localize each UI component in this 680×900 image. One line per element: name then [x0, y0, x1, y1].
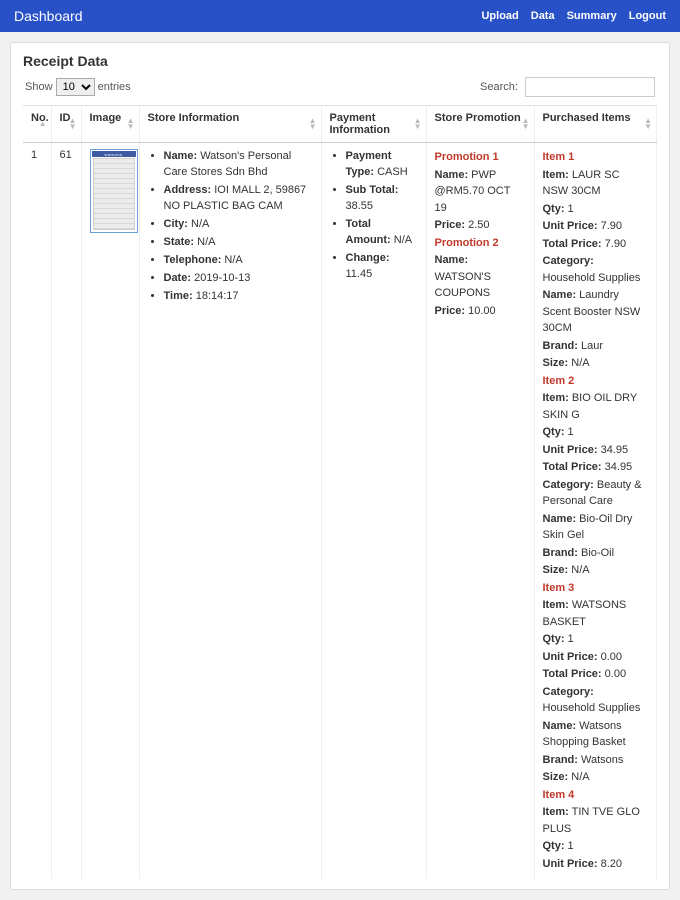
item-total-row: Total Price: 0.00 [543, 666, 649, 683]
item-title: Item 3 [543, 580, 649, 597]
item-title: Item 2 [543, 373, 649, 390]
table-toolbar: Show 10 entries Search: [23, 77, 657, 97]
nav-upload[interactable]: Upload [481, 10, 518, 22]
sort-icon: ▲▼ [309, 118, 317, 130]
cell-image: watsons [81, 143, 139, 880]
length-select[interactable]: 10 [56, 78, 95, 96]
promo-price: Price: 10.00 [435, 303, 526, 320]
item-fullname-row: Name: Watsons Shopping Basket [543, 718, 649, 751]
item-total-row: Total Price: 7.90 [543, 236, 649, 253]
item-brand-row: Brand: Laur [543, 338, 649, 355]
search-input[interactable] [525, 77, 655, 97]
col-store[interactable]: Store Information▲▼ [139, 106, 321, 143]
cell-id: 61 [51, 143, 81, 880]
nav-menu: Upload Data Summary Logout [481, 10, 666, 22]
nav-logout[interactable]: Logout [629, 10, 666, 22]
item-size-row: Size: N/A [543, 355, 649, 372]
cell-no: 1 [23, 143, 51, 880]
item-total-row: Total Price: 34.95 [543, 459, 649, 476]
item-name-row: Item: BIO OIL DRY SKIN G [543, 390, 649, 423]
item-block: Item 3Item: WATSONS BASKETQty: 1Unit Pri… [543, 580, 649, 786]
item-qty-row: Qty: 1 [543, 838, 649, 855]
sort-icon: ▲▼ [69, 118, 77, 130]
item-qty-row: Qty: 1 [543, 201, 649, 218]
promo-name: Name: PWP @RM5.70 OCT 19 [435, 167, 526, 217]
cell-items: Item 1Item: LAUR SC NSW 30CMQty: 1Unit P… [534, 143, 657, 880]
item-block: Item 2Item: BIO OIL DRY SKIN GQty: 1Unit… [543, 373, 649, 579]
table-row: 1 61 watsons Name: Watson's Personal Car… [23, 143, 657, 880]
main-panel: Receipt Data Show 10 entries Search: No.… [10, 42, 670, 890]
promo-price: Price: 2.50 [435, 217, 526, 234]
item-unit-row: Unit Price: 8.20 [543, 856, 649, 873]
item-unit-row: Unit Price: 7.90 [543, 218, 649, 235]
search-label: Search: [480, 81, 518, 93]
item-brand-row: Brand: Bio-Oil [543, 545, 649, 562]
cell-promo: Promotion 1Name: PWP @RM5.70 OCT 19Price… [426, 143, 534, 880]
col-payment[interactable]: Payment Information▲▼ [321, 106, 426, 143]
item-size-row: Size: N/A [543, 769, 649, 786]
item-cat-row: Category: Household Supplies [543, 684, 649, 717]
promo-name: Name: WATSON'S COUPONS [435, 252, 526, 302]
item-unit-row: Unit Price: 34.95 [543, 442, 649, 459]
brand: Dashboard [14, 8, 83, 24]
show-label-pre: Show [25, 81, 53, 93]
item-block: Item 4Item: TIN TVE GLO PLUSQty: 1Unit P… [543, 787, 649, 873]
item-name-row: Item: TIN TVE GLO PLUS [543, 804, 649, 837]
item-fullname-row: Name: Laundry Scent Booster NSW 30CM [543, 287, 649, 337]
promo-title: Promotion 1 [435, 149, 526, 166]
search-control: Search: [480, 77, 655, 97]
sort-icon: ▲▼ [644, 118, 652, 130]
col-items[interactable]: Purchased Items▲▼ [534, 106, 657, 143]
item-block: Item 1Item: LAUR SC NSW 30CMQty: 1Unit P… [543, 149, 649, 372]
sort-icon: ▲▼ [522, 118, 530, 130]
col-id[interactable]: ID▲▼ [51, 106, 81, 143]
item-size-row: Size: N/A [543, 562, 649, 579]
item-brand-row: Brand: Watsons [543, 752, 649, 769]
promo-block: Promotion 1Name: PWP @RM5.70 OCT 19Price… [435, 149, 526, 234]
item-qty-row: Qty: 1 [543, 631, 649, 648]
promo-title: Promotion 2 [435, 235, 526, 252]
item-name-row: Item: LAUR SC NSW 30CM [543, 167, 649, 200]
nav-data[interactable]: Data [531, 10, 555, 22]
item-cat-row: Category: Beauty & Personal Care [543, 477, 649, 510]
item-fullname-row: Name: Bio-Oil Dry Skin Gel [543, 511, 649, 544]
sort-icon: ▲ [39, 121, 47, 127]
col-promo[interactable]: Store Promotion▲▼ [426, 106, 534, 143]
cell-store: Name: Watson's Personal Care Stores Sdn … [139, 143, 321, 880]
receipt-thumbnail[interactable]: watsons [90, 149, 138, 233]
show-label-post: entries [98, 81, 131, 93]
data-table: No.▲ ID▲▼ Image▲▼ Store Information▲▼ Pa… [23, 105, 657, 879]
sort-icon: ▲▼ [414, 118, 422, 130]
item-title: Item 1 [543, 149, 649, 166]
col-no[interactable]: No.▲ [23, 106, 51, 143]
cell-payment: Payment Type: CASH Sub Total: 38.55 Tota… [321, 143, 426, 880]
nav-summary[interactable]: Summary [567, 10, 617, 22]
item-unit-row: Unit Price: 0.00 [543, 649, 649, 666]
item-cat-row: Category: Household Supplies [543, 253, 649, 286]
section-title: Receipt Data [23, 53, 657, 69]
sort-icon: ▲▼ [127, 118, 135, 130]
navbar: Dashboard Upload Data Summary Logout [0, 0, 680, 32]
item-title: Item 4 [543, 787, 649, 804]
length-control: Show 10 entries [25, 78, 131, 96]
item-name-row: Item: WATSONS BASKET [543, 597, 649, 630]
col-image[interactable]: Image▲▼ [81, 106, 139, 143]
item-qty-row: Qty: 1 [543, 424, 649, 441]
promo-block: Promotion 2Name: WATSON'S COUPONSPrice: … [435, 235, 526, 320]
